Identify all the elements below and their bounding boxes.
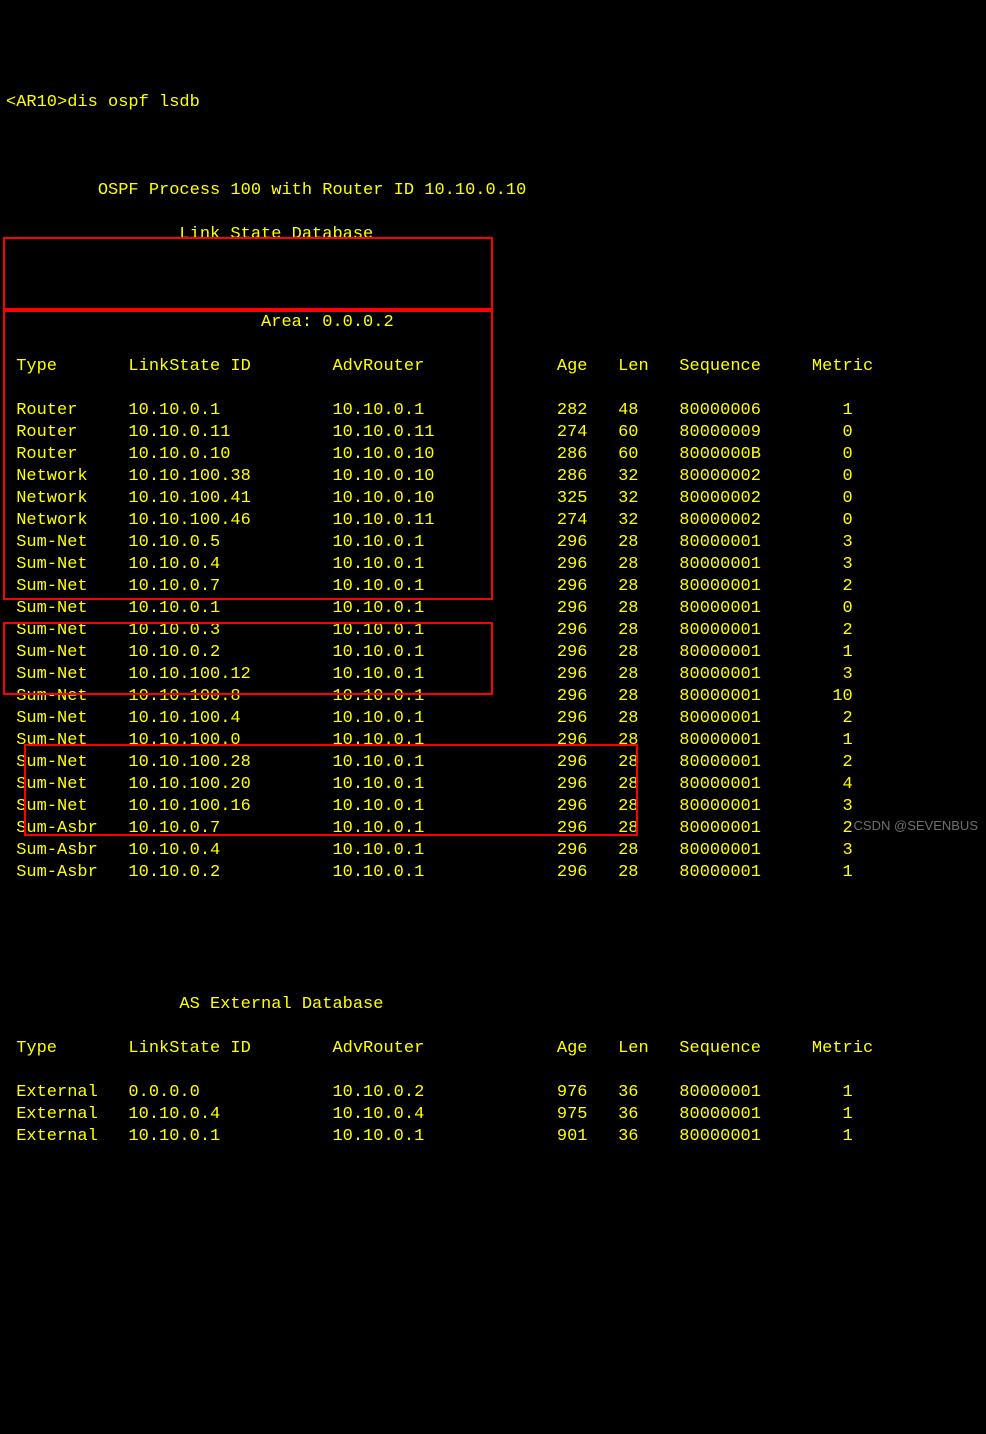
watermark: CSDN @SEVENBUS [854, 815, 978, 837]
lsdb-row: Sum-Net 10.10.0.7 10.10.0.1 296 28 80000… [6, 576, 980, 598]
lsdb-header: Link State Database [6, 224, 980, 246]
blank [6, 268, 980, 290]
lsdb-row: Sum-Net 10.10.100.0 10.10.0.1 296 28 800… [6, 730, 980, 752]
ext-rows: External 0.0.0.0 10.10.0.2 976 36 800000… [6, 1082, 980, 1148]
lsdb-row: Network 10.10.100.41 10.10.0.10 325 32 8… [6, 488, 980, 510]
lsdb-row: Sum-Asbr 10.10.0.4 10.10.0.1 296 28 8000… [6, 840, 980, 862]
ext-db-header: AS External Database [6, 994, 980, 1016]
lsdb-row: Sum-Asbr 10.10.0.7 10.10.0.1 296 28 8000… [6, 818, 980, 840]
blank [6, 136, 980, 158]
blank [6, 906, 980, 928]
lsdb-row: Router 10.10.0.10 10.10.0.10 286 60 8000… [6, 444, 980, 466]
lsdb-row: Router 10.10.0.11 10.10.0.11 274 60 8000… [6, 422, 980, 444]
lsdb-row: Sum-Net 10.10.0.4 10.10.0.1 296 28 80000… [6, 554, 980, 576]
lsdb-row: Sum-Net 10.10.100.20 10.10.0.1 296 28 80… [6, 774, 980, 796]
lsdb-rows: Router 10.10.0.1 10.10.0.1 282 48 800000… [6, 400, 980, 884]
lsdb-row: Sum-Net 10.10.100.16 10.10.0.1 296 28 80… [6, 796, 980, 818]
blank [6, 950, 980, 972]
lsdb-row: Sum-Net 10.10.0.2 10.10.0.1 296 28 80000… [6, 642, 980, 664]
lsdb-row: Sum-Net 10.10.0.5 10.10.0.1 296 28 80000… [6, 532, 980, 554]
ext-row: External 10.10.0.1 10.10.0.1 901 36 8000… [6, 1126, 980, 1148]
lsdb-row: Sum-Net 10.10.100.28 10.10.0.1 296 28 80… [6, 752, 980, 774]
lsdb-row: Sum-Net 10.10.0.1 10.10.0.1 296 28 80000… [6, 598, 980, 620]
ext-row: External 0.0.0.0 10.10.0.2 976 36 800000… [6, 1082, 980, 1104]
lsdb-row: Sum-Net 10.10.100.12 10.10.0.1 296 28 80… [6, 664, 980, 686]
lsdb-row: Sum-Net 10.10.100.8 10.10.0.1 296 28 800… [6, 686, 980, 708]
lsdb-row: Network 10.10.100.38 10.10.0.10 286 32 8… [6, 466, 980, 488]
lsdb-row: Sum-Net 10.10.100.4 10.10.0.1 296 28 800… [6, 708, 980, 730]
process-header: OSPF Process 100 with Router ID 10.10.0.… [6, 180, 980, 202]
lsdb-row: Sum-Net 10.10.0.3 10.10.0.1 296 28 80000… [6, 620, 980, 642]
lsdb-row: Network 10.10.100.46 10.10.0.11 274 32 8… [6, 510, 980, 532]
area-line: Area: 0.0.0.2 [6, 312, 980, 334]
prompt-line[interactable]: <AR10>dis ospf lsdb [6, 92, 980, 114]
column-header: Type LinkState ID AdvRouter Age Len Sequ… [6, 356, 980, 378]
lsdb-row: Sum-Asbr 10.10.0.2 10.10.0.1 296 28 8000… [6, 862, 980, 884]
ext-row: External 10.10.0.4 10.10.0.4 975 36 8000… [6, 1104, 980, 1126]
column-header: Type LinkState ID AdvRouter Age Len Sequ… [6, 1038, 980, 1060]
lsdb-row: Router 10.10.0.1 10.10.0.1 282 48 800000… [6, 400, 980, 422]
